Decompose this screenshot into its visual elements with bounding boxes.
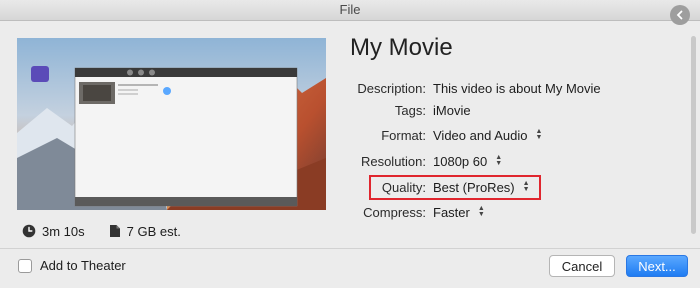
format-row[interactable]: Format: Video and Audio ▲ ▼	[340, 126, 680, 144]
up-down-arrows-icon: ▲ ▼	[535, 128, 543, 141]
quality-highlight-box	[369, 175, 541, 200]
chevron-left-icon	[676, 10, 683, 20]
cancel-button[interactable]: Cancel	[549, 255, 615, 277]
resolution-popup[interactable]: 1080p 60 ▲ ▼	[433, 154, 502, 169]
duration-stat: 3m 10s	[22, 224, 85, 239]
format-popup[interactable]: Video and Audio ▲ ▼	[433, 128, 542, 143]
size-estimate-value: 7 GB est.	[126, 223, 181, 239]
document-icon	[109, 225, 120, 237]
tags-label: Tags:	[394, 102, 426, 118]
size-stat: 7 GB est.	[109, 224, 181, 239]
description-field[interactable]: This video is about My Movie	[433, 81, 601, 96]
up-down-arrows-icon: ▲ ▼	[477, 205, 485, 218]
resolution-row[interactable]: Resolution: 1080p 60 ▲ ▼	[340, 152, 680, 170]
footer-divider	[0, 248, 700, 249]
next-button[interactable]: Next...	[626, 255, 688, 277]
compress-label: Compress:	[363, 204, 426, 220]
movie-stats: 3m 10s 7 GB est.	[22, 222, 205, 240]
description-label: Description:	[357, 80, 426, 96]
duration-value: 3m 10s	[42, 223, 85, 239]
movie-preview-thumbnail	[17, 38, 326, 210]
add-to-theater-label: Add to Theater	[40, 258, 126, 273]
tags-field[interactable]: iMovie	[433, 103, 471, 118]
scrollbar[interactable]	[691, 36, 696, 234]
compress-row[interactable]: Compress: Faster ▲ ▼	[340, 203, 680, 221]
add-to-theater-checkbox[interactable]: Add to Theater	[18, 258, 126, 273]
tags-row[interactable]: Tags: iMovie	[340, 101, 680, 119]
back-button[interactable]	[670, 5, 690, 25]
window-title: File	[339, 2, 361, 17]
up-down-arrows-icon: ▲ ▼	[495, 154, 503, 167]
format-label: Format:	[381, 127, 426, 143]
clock-icon	[22, 224, 36, 238]
description-row[interactable]: Description: This video is about My Movi…	[340, 79, 680, 97]
compress-popup[interactable]: Faster ▲ ▼	[433, 205, 485, 220]
checkbox-box[interactable]	[18, 258, 32, 273]
resolution-label: Resolution:	[360, 153, 426, 169]
movie-title: My Movie	[350, 34, 453, 61]
window-titlebar: File	[0, 0, 700, 21]
